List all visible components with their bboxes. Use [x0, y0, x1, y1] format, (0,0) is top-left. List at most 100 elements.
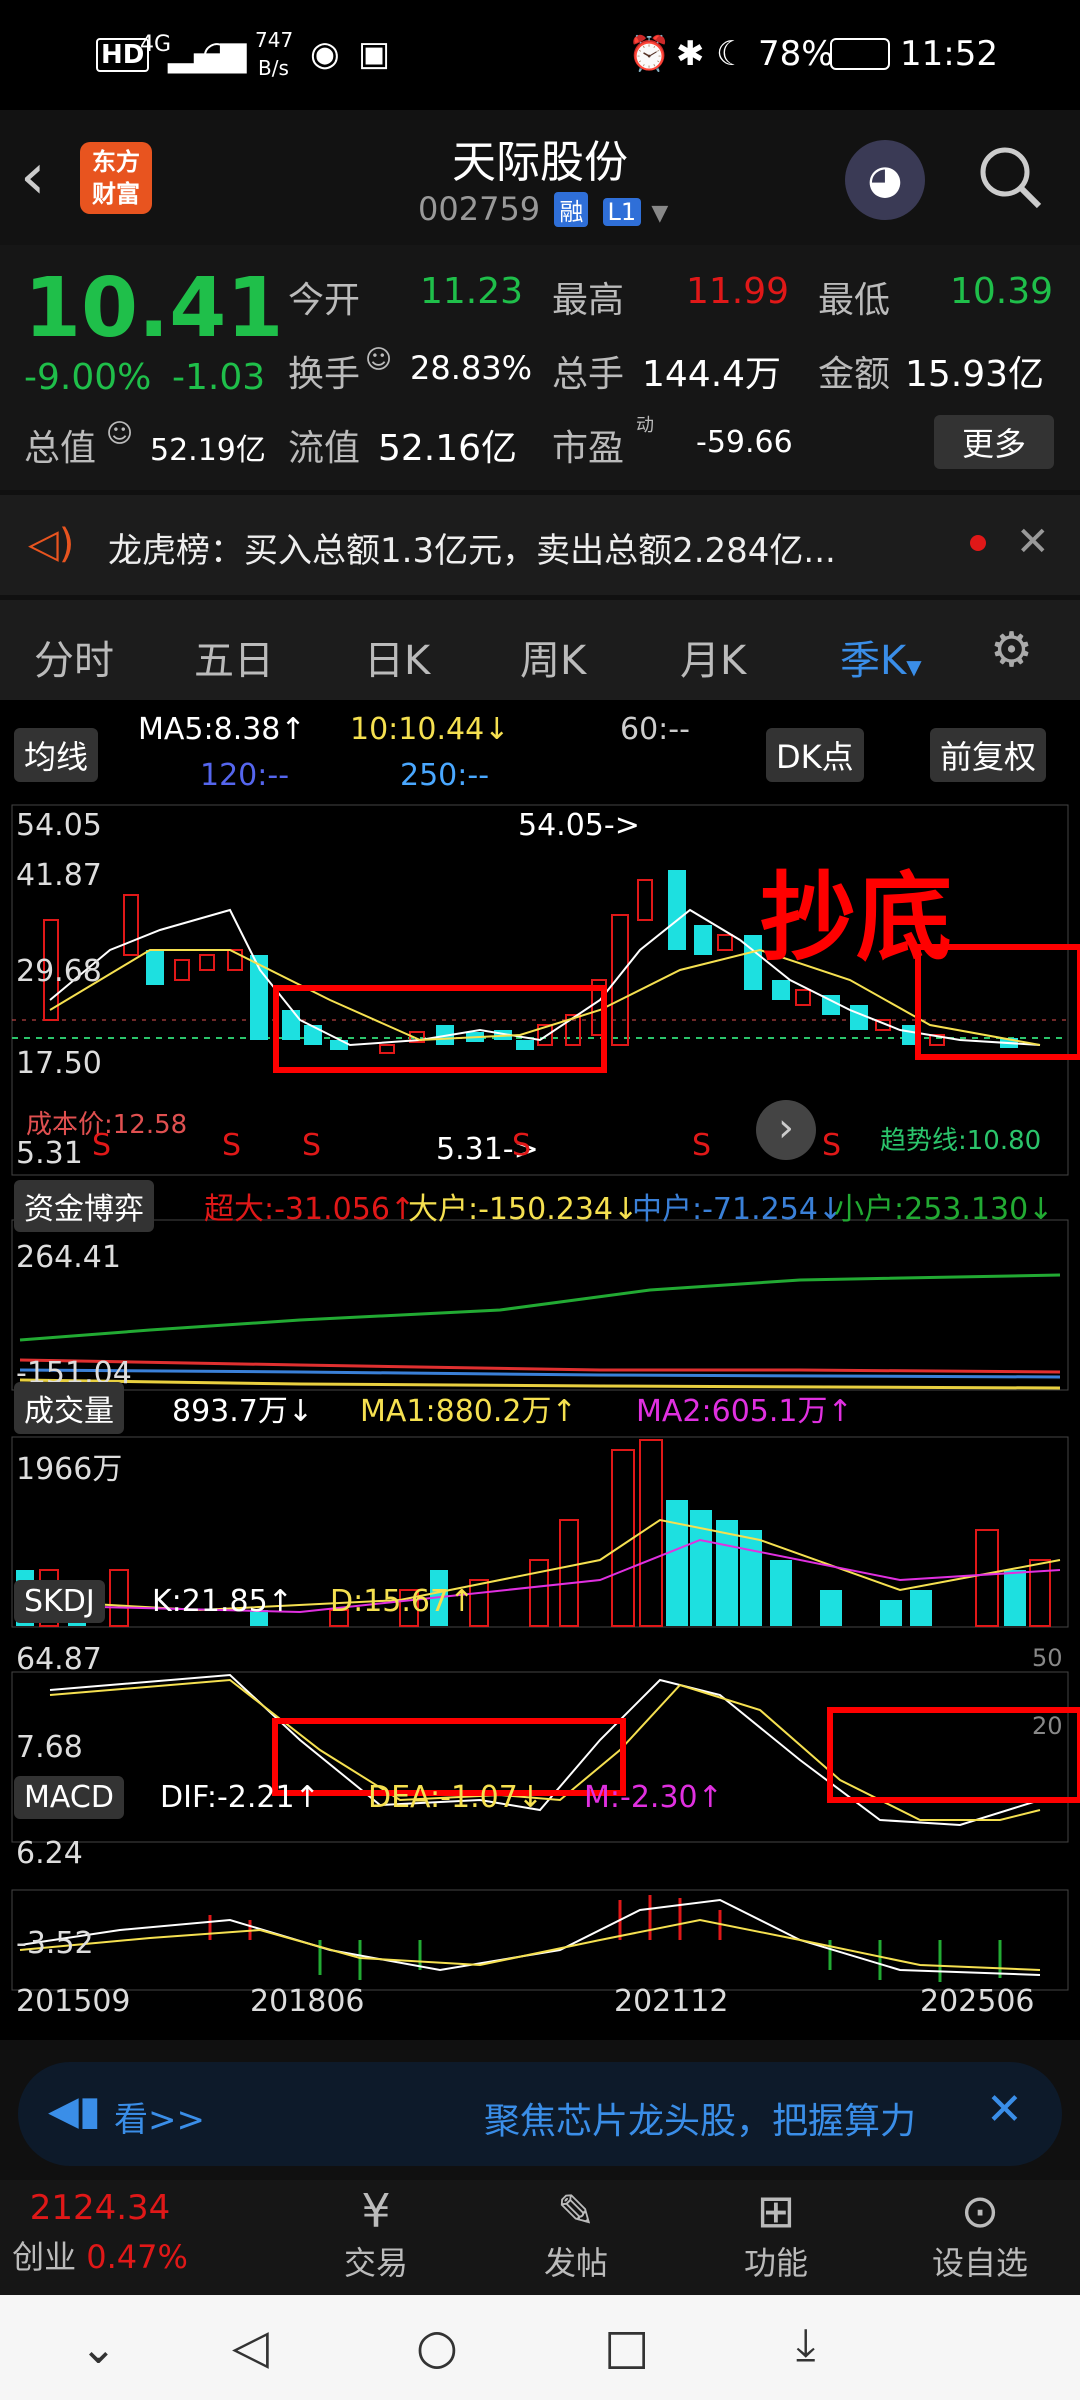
ma-select[interactable]: 均线: [14, 728, 99, 782]
nav-function-label: 功能: [743, 2244, 808, 2282]
ma5-label: MA5:8.38↑: [138, 712, 306, 747]
more-button[interactable]: 更多: [934, 415, 1054, 469]
close-icon[interactable]: ✕: [1016, 519, 1050, 565]
volume-bar: [820, 1590, 842, 1626]
fund-select[interactable]: 资金博弈: [14, 1180, 154, 1232]
candle: [123, 894, 139, 956]
macd-dif: DIF:-2.21↑: [160, 1780, 320, 1815]
peak-label: 54.05->: [518, 808, 640, 843]
more-dots-icon: ⊙: [960, 2184, 1000, 2238]
period-tabs: 分时 五日 日K 周K 月K 季K▼ ⚙: [0, 600, 1080, 700]
stock-header: ‹ 东方 财富 天际股份 002759 融 L1 ▼ ◕: [0, 110, 1080, 245]
volume-bar: [559, 1519, 579, 1627]
candle: [637, 879, 653, 921]
nav-post-label: 发帖: [543, 2244, 608, 2282]
volume-bar: [740, 1530, 762, 1626]
index-widget[interactable]: 2124.34 创业 0.47%: [0, 2180, 200, 2278]
status-bar: HD 4G ▂▄▆ ◠ 747 B/s ◉ ▣ ⏰ ✱ ☾ 78% 11:52: [0, 0, 1080, 110]
promo-banner[interactable]: ◀▮ 看>> 聚焦芯片龙头股，把握算力 ✕: [18, 2062, 1062, 2166]
x-axis-label: 201806: [250, 1984, 365, 2019]
bottom-nav: 2124.34 创业 0.47% ¥ 交易 ✎ 发帖 ⊞ 功能 ⊙ 设自选: [0, 2180, 1080, 2295]
stock-code-row[interactable]: 002759 融 L1 ▼: [418, 190, 668, 228]
unread-dot: [970, 535, 986, 551]
adjust-button[interactable]: 前复权: [930, 728, 1047, 782]
volume-value: 144.4万: [642, 354, 782, 395]
macd-m: M:-2.30↑: [584, 1780, 723, 1815]
trend-label: 趋势线:10.80: [880, 1126, 1042, 1156]
dk-point-button[interactable]: DK点: [766, 728, 864, 782]
robot-assistant-icon[interactable]: ◕: [845, 140, 925, 220]
annotation-text: 抄底: [760, 862, 952, 974]
y-label-4: 17.50: [16, 1046, 102, 1081]
nav-post[interactable]: ✎ 发帖: [496, 2180, 656, 2284]
volume-bar: [1004, 1570, 1026, 1626]
ma250-label: 250:--: [400, 758, 490, 793]
tab-quarterly-k[interactable]: 季K▼: [840, 628, 922, 686]
grid-icon: ⊞: [756, 2184, 796, 2238]
volume-label: 总手: [552, 354, 625, 395]
fund-large-label: 大户:-150.234↓: [408, 1192, 639, 1227]
volume-value: 893.7万↓: [172, 1394, 314, 1429]
skdj-select[interactable]: SKDJ: [14, 1580, 105, 1623]
y-label-3: 29.68: [16, 954, 102, 989]
index-name: 创业: [12, 2238, 77, 2276]
tab-daily-k[interactable]: 日K: [364, 628, 430, 686]
candle: [330, 1040, 348, 1050]
volume-ma1: MA1:880.2万↑: [360, 1394, 577, 1429]
skdj-ymin: 7.68: [16, 1730, 83, 1765]
nav-watchlist-label: 设自选: [931, 2244, 1028, 2282]
turnover-value: 28.83%: [410, 349, 533, 387]
download-icon[interactable]: ⤓: [796, 2319, 815, 2370]
volume-select[interactable]: 成交量: [14, 1382, 124, 1434]
network-label: 4G: [140, 32, 172, 57]
macd-select[interactable]: MACD: [14, 1776, 124, 1819]
low-value: 10.39: [950, 271, 1054, 312]
volume-bar: [109, 1569, 129, 1627]
alarm-icon: ⏰: [628, 34, 671, 74]
volume-bar: [529, 1559, 549, 1627]
volume-bar: [611, 1449, 635, 1627]
chart-area[interactable]: 均线 MA5:8.38↑ 10:10.44↓ 60:-- 120:-- 250:…: [0, 700, 1080, 2040]
settings-gear-icon[interactable]: ⚙: [990, 622, 1033, 678]
ma60-label: 60:--: [620, 712, 690, 747]
close-icon[interactable]: ✕: [986, 2084, 1023, 2135]
macd-dea: DEA:-1.07↓: [368, 1780, 543, 1815]
nav-watchlist[interactable]: ⊙ 设自选: [900, 2180, 1060, 2284]
quote-panel: 10.41 -9.00% -1.03 今开 11.23 最高 11.99 最低 …: [0, 245, 1080, 490]
fund-ymax: 264.41: [16, 1240, 121, 1275]
wifi-icon: ◠: [202, 34, 232, 74]
amount-value: 15.93亿: [905, 354, 1045, 395]
home-circle-icon[interactable]: ○: [416, 2319, 458, 2375]
megaphone-icon: ◀▮: [48, 2088, 101, 2134]
macd-ymin: -3.52: [16, 1926, 94, 1961]
current-price: 10.41: [24, 261, 284, 356]
back-triangle-icon[interactable]: ◁: [232, 2319, 269, 2375]
promo-left-text: 看>>: [114, 2100, 205, 2140]
ma120-label: 120:--: [200, 758, 290, 793]
info-icon[interactable]: ☺: [365, 345, 392, 375]
nav-trade-label: 交易: [343, 2244, 408, 2282]
skdj-frame: [11, 1671, 1069, 1843]
promo-text: 聚焦芯片龙头股，把握算力: [484, 2101, 917, 2142]
nav-trade[interactable]: ¥ 交易: [296, 2180, 456, 2284]
recents-square-icon[interactable]: □: [604, 2319, 649, 2375]
clock: 11:52: [900, 34, 998, 74]
tab-weekly-k[interactable]: 周K: [520, 628, 586, 686]
news-ticker[interactable]: ◁) 龙虎榜：买入总额1.3亿元，卖出总额2.284亿... ✕: [0, 495, 1080, 595]
y-label-max: 54.05: [16, 808, 102, 843]
float-label: 流值: [288, 428, 361, 469]
sell-mark: S: [822, 1128, 842, 1163]
candle: [611, 914, 629, 1046]
index-value: 2124.34: [29, 2188, 171, 2228]
search-icon[interactable]: [975, 142, 1045, 212]
chevron-right-icon[interactable]: ›: [756, 1100, 816, 1160]
tab-intraday[interactable]: 分时: [34, 628, 114, 686]
sell-mark: S: [302, 1128, 322, 1163]
mcap-info-icon[interactable]: ☺: [106, 419, 133, 449]
chevron-down-icon[interactable]: ⌄: [80, 2323, 117, 2374]
nav-function[interactable]: ⊞ 功能: [696, 2180, 856, 2284]
tab-monthly-k[interactable]: 月K: [680, 628, 746, 686]
sell-mark: S: [222, 1128, 242, 1163]
tab-five-day[interactable]: 五日: [194, 628, 274, 686]
skdj-d: D:15.67↑: [330, 1584, 475, 1619]
